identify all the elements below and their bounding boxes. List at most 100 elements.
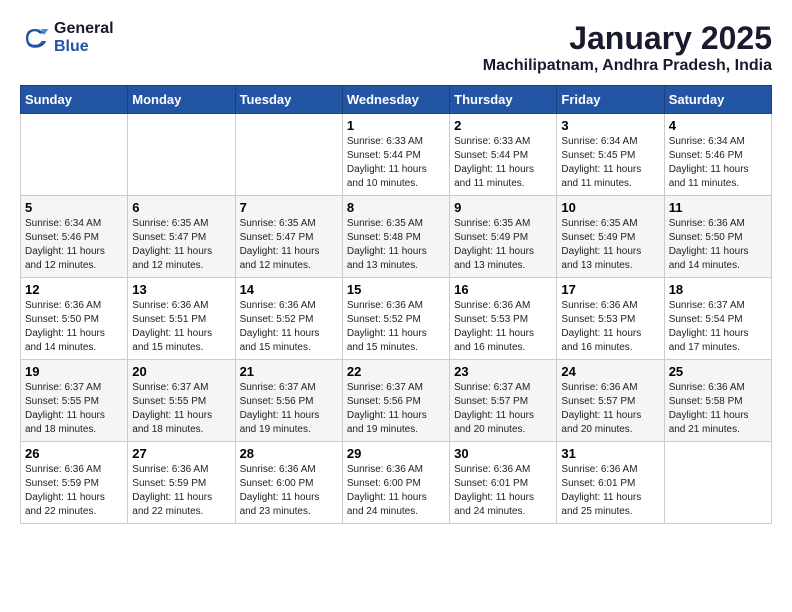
day-info: Sunrise: 6:36 AMSunset: 5:57 PMDaylight:…: [561, 381, 659, 437]
day-number: 8: [347, 200, 445, 215]
weekday-header-sunday: Sunday: [21, 86, 128, 114]
day-number: 24: [561, 364, 659, 379]
calendar-cell: 19 Sunrise: 6:37 AMSunset: 5:55 PMDayligh…: [21, 360, 128, 442]
calendar-cell: 14Sunrise: 6:36 AMSunset: 5:52 PMDayligh…: [235, 278, 342, 360]
day-info: Sunrise: 6:36 AMSunset: 5:50 PMDaylight:…: [669, 217, 767, 273]
weekday-header-row: SundayMondayTuesdayWednesdayThursdayFrid…: [21, 86, 772, 114]
calendar-cell: 15 Sunrise: 6:36 AMSunset: 5:52 PMDayligh…: [342, 278, 449, 360]
calendar-cell: 16 Sunrise: 6:36 AMSunset: 5:53 PMDayligh…: [450, 278, 557, 360]
calendar-cell: 22 Sunrise: 6:37 AMSunset: 5:56 PMDayligh…: [342, 360, 449, 442]
day-number: 28: [240, 446, 338, 461]
weekday-header-tuesday: Tuesday: [235, 86, 342, 114]
day-info: Sunrise: 6:36 AMSunset: 6:01 PMDaylight:…: [454, 463, 552, 519]
calendar-week-row: 19 Sunrise: 6:37 AMSunset: 5:55 PMDayligh…: [21, 360, 772, 442]
title-area: January 2025 Machilipatnam, Andhra Prade…: [483, 20, 772, 75]
day-info: Sunrise: 6:36 AMSunset: 5:59 PMDaylight:…: [132, 463, 230, 519]
logo: General Blue: [20, 20, 114, 56]
day-info: Sunrise: 6:37 AMSunset: 5:55 PMDaylight:…: [25, 381, 123, 437]
day-info: Sunrise: 6:36 AMSunset: 5:53 PMDaylight:…: [561, 299, 659, 355]
day-number: 4: [669, 118, 767, 133]
day-info: Sunrise: 6:37 AMSunset: 5:56 PMDaylight:…: [240, 381, 338, 437]
day-info: Sunrise: 6:36 AMSunset: 5:53 PMDaylight:…: [454, 299, 552, 355]
day-number: 5: [25, 200, 123, 215]
day-info: Sunrise: 6:35 AMSunset: 5:49 PMDaylight:…: [561, 217, 659, 273]
day-info: Sunrise: 6:36 AMSunset: 5:52 PMDaylight:…: [347, 299, 445, 355]
calendar-cell: 17 Sunrise: 6:36 AMSunset: 5:53 PMDayligh…: [557, 278, 664, 360]
weekday-header-friday: Friday: [557, 86, 664, 114]
day-info: Sunrise: 6:36 AMSunset: 6:00 PMDaylight:…: [347, 463, 445, 519]
day-info: Sunrise: 6:35 AMSunset: 5:47 PMDaylight:…: [240, 217, 338, 273]
day-info: Sunrise: 6:36 AMSunset: 6:01 PMDaylight:…: [561, 463, 659, 519]
day-info: Sunrise: 6:36 AMSunset: 6:00 PMDaylight:…: [240, 463, 338, 519]
day-number: 1: [347, 118, 445, 133]
calendar-cell: [128, 114, 235, 196]
day-info: Sunrise: 6:35 AMSunset: 5:49 PMDaylight:…: [454, 217, 552, 273]
calendar-cell: 24 Sunrise: 6:36 AMSunset: 5:57 PMDayligh…: [557, 360, 664, 442]
page-header: General Blue January 2025 Machilipatnam,…: [20, 20, 772, 75]
day-number: 11: [669, 200, 767, 215]
calendar-cell: 31 Sunrise: 6:36 AMSunset: 6:01 PMDayligh…: [557, 442, 664, 524]
calendar-table: SundayMondayTuesdayWednesdayThursdayFrid…: [20, 85, 772, 524]
day-info: Sunrise: 6:36 AMSunset: 5:59 PMDaylight:…: [25, 463, 123, 519]
day-info: Sunrise: 6:37 AMSunset: 5:55 PMDaylight:…: [132, 381, 230, 437]
calendar-cell: 6 Sunrise: 6:35 AMSunset: 5:47 PMDaylight…: [128, 196, 235, 278]
day-info: Sunrise: 6:35 AMSunset: 5:48 PMDaylight:…: [347, 217, 445, 273]
day-info: Sunrise: 6:36 AMSunset: 5:52 PMDaylight:…: [240, 299, 338, 355]
calendar-week-row: 12 Sunrise: 6:36 AMSunset: 5:50 PMDayligh…: [21, 278, 772, 360]
calendar-cell: 7Sunrise: 6:35 AMSunset: 5:47 PMDaylight…: [235, 196, 342, 278]
calendar-week-row: 5 Sunrise: 6:34 AMSunset: 5:46 PMDaylight…: [21, 196, 772, 278]
weekday-header-monday: Monday: [128, 86, 235, 114]
day-number: 12: [25, 282, 123, 297]
day-number: 25: [669, 364, 767, 379]
calendar-cell: 21Sunrise: 6:37 AMSunset: 5:56 PMDayligh…: [235, 360, 342, 442]
day-info: Sunrise: 6:34 AMSunset: 5:46 PMDaylight:…: [669, 135, 767, 191]
calendar-cell: 25 Sunrise: 6:36 AMSunset: 5:58 PMDayligh…: [664, 360, 771, 442]
calendar-cell: 30Sunrise: 6:36 AMSunset: 6:01 PMDayligh…: [450, 442, 557, 524]
calendar-cell: 8 Sunrise: 6:35 AMSunset: 5:48 PMDaylight…: [342, 196, 449, 278]
day-number: 22: [347, 364, 445, 379]
day-number: 6: [132, 200, 230, 215]
day-number: 31: [561, 446, 659, 461]
day-number: 20: [132, 364, 230, 379]
weekday-header-thursday: Thursday: [450, 86, 557, 114]
day-number: 13: [132, 282, 230, 297]
day-info: Sunrise: 6:37 AMSunset: 5:57 PMDaylight:…: [454, 381, 552, 437]
calendar-cell: 11 Sunrise: 6:36 AMSunset: 5:50 PMDayligh…: [664, 196, 771, 278]
day-number: 17: [561, 282, 659, 297]
day-info: Sunrise: 6:35 AMSunset: 5:47 PMDaylight:…: [132, 217, 230, 273]
calendar-cell: 28 Sunrise: 6:36 AMSunset: 6:00 PMDayligh…: [235, 442, 342, 524]
calendar-cell: 18 Sunrise: 6:37 AMSunset: 5:54 PMDayligh…: [664, 278, 771, 360]
day-info: Sunrise: 6:36 AMSunset: 5:50 PMDaylight:…: [25, 299, 123, 355]
day-info: Sunrise: 6:33 AMSunset: 5:44 PMDaylight:…: [347, 135, 445, 191]
day-info: Sunrise: 6:37 AMSunset: 5:54 PMDaylight:…: [669, 299, 767, 355]
weekday-header-wednesday: Wednesday: [342, 86, 449, 114]
calendar-cell: 23Sunrise: 6:37 AMSunset: 5:57 PMDayligh…: [450, 360, 557, 442]
day-info: Sunrise: 6:34 AMSunset: 5:46 PMDaylight:…: [25, 217, 123, 273]
weekday-header-saturday: Saturday: [664, 86, 771, 114]
day-info: Sunrise: 6:36 AMSunset: 5:58 PMDaylight:…: [669, 381, 767, 437]
calendar-cell: [21, 114, 128, 196]
calendar-cell: 10 Sunrise: 6:35 AMSunset: 5:49 PMDayligh…: [557, 196, 664, 278]
calendar-cell: 2Sunrise: 6:33 AMSunset: 5:44 PMDaylight…: [450, 114, 557, 196]
calendar-cell: 26 Sunrise: 6:36 AMSunset: 5:59 PMDayligh…: [21, 442, 128, 524]
day-number: 19: [25, 364, 123, 379]
calendar-cell: 12 Sunrise: 6:36 AMSunset: 5:50 PMDayligh…: [21, 278, 128, 360]
calendar-cell: 29 Sunrise: 6:36 AMSunset: 6:00 PMDayligh…: [342, 442, 449, 524]
day-number: 26: [25, 446, 123, 461]
logo-icon: [20, 23, 50, 53]
day-info: Sunrise: 6:37 AMSunset: 5:56 PMDaylight:…: [347, 381, 445, 437]
day-number: 15: [347, 282, 445, 297]
day-number: 18: [669, 282, 767, 297]
calendar-cell: 4 Sunrise: 6:34 AMSunset: 5:46 PMDaylight…: [664, 114, 771, 196]
day-number: 10: [561, 200, 659, 215]
calendar-cell: 3Sunrise: 6:34 AMSunset: 5:45 PMDaylight…: [557, 114, 664, 196]
calendar-cell: 9 Sunrise: 6:35 AMSunset: 5:49 PMDaylight…: [450, 196, 557, 278]
calendar-week-row: 26 Sunrise: 6:36 AMSunset: 5:59 PMDayligh…: [21, 442, 772, 524]
logo-text: General Blue: [54, 20, 114, 56]
day-number: 9: [454, 200, 552, 215]
calendar-cell: 13Sunrise: 6:36 AMSunset: 5:51 PMDayligh…: [128, 278, 235, 360]
day-number: 16: [454, 282, 552, 297]
calendar-cell: 1 Sunrise: 6:33 AMSunset: 5:44 PMDaylight…: [342, 114, 449, 196]
day-number: 29: [347, 446, 445, 461]
calendar-week-row: 1 Sunrise: 6:33 AMSunset: 5:44 PMDaylight…: [21, 114, 772, 196]
